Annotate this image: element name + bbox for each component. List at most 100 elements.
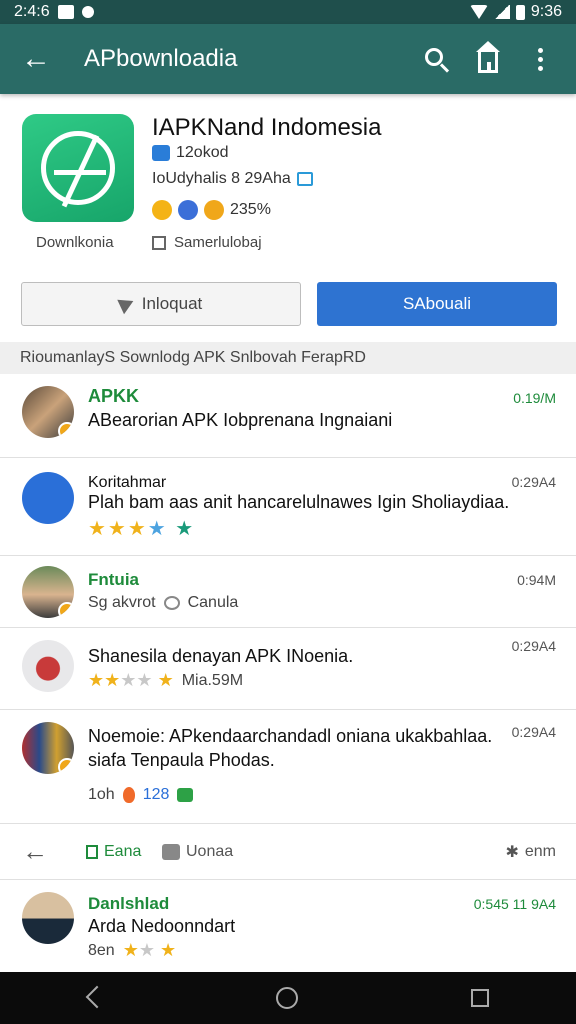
badge-icon bbox=[58, 422, 74, 438]
list-item-meta-1: 8en bbox=[88, 941, 115, 959]
app-meta-2-text: IoUdyhalis 8 29Aha bbox=[152, 170, 291, 187]
action-item-1-label: Eana bbox=[104, 842, 142, 860]
home-icon bbox=[476, 41, 500, 73]
rating-stars: ★★ ★ bbox=[122, 940, 177, 960]
person-icon: ✱ bbox=[505, 843, 519, 861]
list-item-meta: Sg akvrot Canula bbox=[88, 594, 238, 612]
avatar bbox=[22, 472, 74, 524]
app-rating: 235% bbox=[152, 200, 271, 220]
back-icon[interactable]: ← bbox=[22, 836, 48, 867]
install-button[interactable]: Inloquat bbox=[21, 282, 301, 326]
downloads-label-text: Downlkonia bbox=[36, 234, 114, 251]
action-bar: ← Eana Uonaa ✱ enm bbox=[0, 824, 576, 880]
size-icon bbox=[152, 145, 170, 161]
app-header: IAPKNand Indomesia 12okod IoUdyhalis 8 2… bbox=[0, 94, 576, 342]
action-item-2[interactable]: Uonaa bbox=[162, 843, 233, 861]
share-arrow-icon bbox=[117, 293, 137, 315]
list-item-time: 0:29A4 bbox=[511, 474, 556, 490]
search-button[interactable] bbox=[414, 37, 458, 81]
bookmark-icon bbox=[86, 844, 98, 859]
search-icon bbox=[425, 48, 443, 66]
rating-stars: ★★★★ ★ bbox=[88, 670, 174, 690]
nav-home-icon[interactable] bbox=[275, 987, 298, 1009]
avatar bbox=[22, 566, 74, 618]
wifi-icon bbox=[469, 5, 488, 19]
list-item-count-1: 1oh bbox=[88, 786, 115, 803]
app-bar-title: APbownloadia bbox=[84, 45, 238, 72]
home-button[interactable] bbox=[466, 37, 510, 81]
overflow-menu-button[interactable] bbox=[518, 37, 562, 81]
list-item-meta: ★★★★ ★ Mia.59M bbox=[88, 670, 243, 691]
comment-icon bbox=[163, 596, 180, 610]
list-item[interactable]: Koritahmar Plah bam aas anit hancareluln… bbox=[0, 458, 576, 556]
install-button-label: Inloquat bbox=[141, 294, 203, 313]
list-item-text: Shanesila denayan APK INoenia. bbox=[88, 646, 354, 666]
list-item-text: Plah bam aas anit hancarelulnawes Igin S… bbox=[88, 492, 510, 512]
avatar bbox=[22, 722, 74, 774]
rating-stars: ★★★★ ★ bbox=[88, 518, 196, 540]
thumbs-up-icon bbox=[177, 788, 194, 802]
status-time: 2:4:6 bbox=[14, 3, 50, 20]
status-clock: 9:36 bbox=[530, 3, 562, 20]
avatar bbox=[22, 892, 74, 944]
list-item-text: Noemoie: APkendaarchandadl oniana ukakba… bbox=[88, 726, 493, 770]
action-item-3-label: enm bbox=[524, 842, 556, 860]
verified-icon bbox=[178, 200, 198, 220]
document-icon bbox=[152, 235, 166, 250]
list-item-time: 0:29A4 bbox=[511, 724, 556, 740]
app-logo-glyph-icon bbox=[41, 131, 115, 205]
badge-icon bbox=[58, 602, 74, 618]
action-item-3[interactable]: ✱ enm bbox=[505, 842, 556, 862]
status-bar: 2:4:6 9:36 bbox=[0, 0, 576, 24]
list-item-meta: 8en ★★ ★ bbox=[88, 940, 176, 961]
section-header: RioumanlayS Sownlodg APK Snlbovah FerapR… bbox=[0, 342, 576, 374]
list-item-time: 0.19/M bbox=[513, 390, 556, 406]
medal-icon bbox=[204, 200, 224, 220]
list-item-time: 0:29A4 bbox=[511, 638, 556, 654]
secondary-label[interactable]: Samerlulobaj bbox=[152, 234, 262, 251]
more-vert-icon bbox=[537, 47, 543, 71]
list-item[interactable]: Danlshlad Arda Nedoonndart 8en ★★ ★ 0:54… bbox=[0, 880, 576, 972]
app-meta-1: 12okod bbox=[152, 144, 229, 162]
list-item-time: 0:94M bbox=[517, 572, 556, 588]
downloads-label: Downlkonia bbox=[36, 234, 114, 251]
signal-icon bbox=[493, 5, 510, 19]
app-bar: ← APbownloadia bbox=[0, 24, 576, 94]
list-item-meta: 1oh 128 bbox=[88, 786, 194, 804]
notification-dot-icon bbox=[81, 6, 94, 18]
list-item-meta-2: Canula bbox=[187, 594, 239, 611]
list-item-text: Arda Nedoonndart bbox=[88, 916, 236, 936]
nav-recents-icon[interactable] bbox=[471, 989, 490, 1007]
secondary-label-text: Samerlulobaj bbox=[174, 234, 262, 251]
system-nav-bar bbox=[0, 972, 576, 1024]
coin-icon bbox=[152, 200, 172, 220]
list-item-title: Danlshlad bbox=[88, 894, 170, 913]
app-meta-2: IoUdyhalis 8 29Aha bbox=[152, 170, 313, 188]
list-item-title: Fntuia bbox=[88, 570, 139, 589]
app-meta-1-text: 12okod bbox=[176, 144, 229, 161]
download-button-label: SAbouali bbox=[402, 294, 472, 313]
list-item-text: ABearorian APK Iobprenana Ingnaiani bbox=[88, 410, 393, 430]
avatar bbox=[22, 386, 74, 438]
list-item-meta-1: Sg akvrot bbox=[88, 594, 156, 611]
nav-back-icon[interactable] bbox=[87, 988, 103, 1008]
list-item[interactable]: Shanesila denayan APK INoenia. ★★★★ ★ Mi… bbox=[0, 628, 576, 710]
list-item-title: APKK bbox=[88, 386, 140, 406]
info-icon bbox=[296, 172, 313, 186]
app-rating-text: 235% bbox=[230, 201, 271, 218]
list-item-meta-1: Mia.59M bbox=[181, 671, 244, 689]
list-item[interactable]: Fntuia Sg akvrot Canula 0:94M bbox=[0, 556, 576, 628]
back-arrow-icon[interactable]: ← bbox=[14, 44, 58, 74]
app-name: IAPKNand Indomesia bbox=[152, 114, 382, 141]
avatar bbox=[22, 640, 74, 692]
list-item-time: 0:545 11 9A4 bbox=[473, 896, 556, 912]
action-item-1[interactable]: Eana bbox=[86, 843, 141, 861]
app-logo bbox=[22, 114, 134, 222]
chat-icon bbox=[162, 843, 180, 860]
download-button[interactable]: SAbouali bbox=[317, 282, 557, 326]
list-item[interactable]: APKK ABearorian APK Iobprenana Ingnaiani… bbox=[0, 374, 576, 458]
flame-icon bbox=[122, 787, 135, 803]
battery-icon bbox=[515, 4, 525, 20]
list-item-count-2: 128 bbox=[142, 786, 170, 803]
list-item[interactable]: Noemoie: APkendaarchandadl oniana ukakba… bbox=[0, 710, 576, 824]
